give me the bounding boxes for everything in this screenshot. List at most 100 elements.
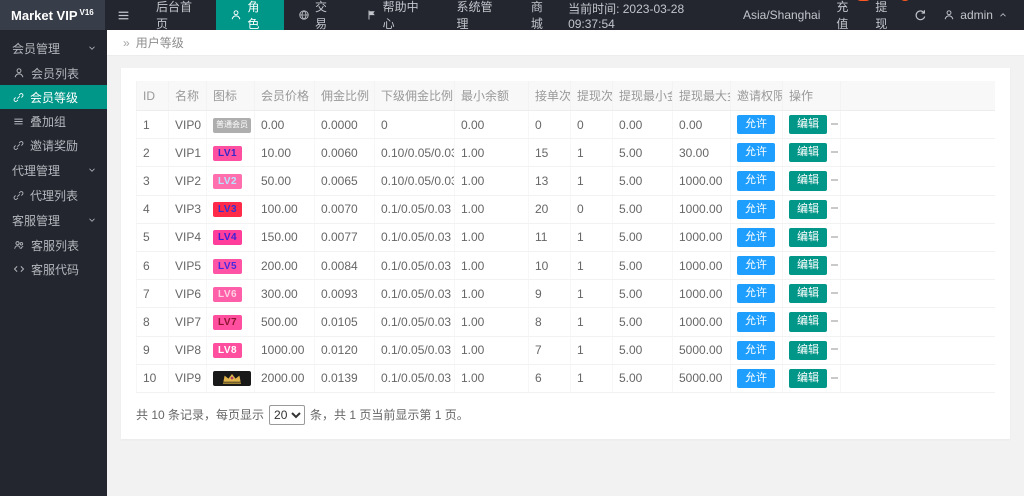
column-header: 会员价格 bbox=[254, 81, 315, 111]
allow-button[interactable]: 允许 bbox=[737, 227, 775, 247]
pagination-prefix: 共 10 条记录，每页显示 bbox=[136, 408, 265, 423]
edit-button[interactable]: 编辑 bbox=[789, 368, 827, 388]
top-menu-item-6[interactable]: 商城 bbox=[517, 0, 568, 31]
edit-button[interactable]: 编辑 bbox=[789, 284, 827, 304]
cell-value: 1000.00 bbox=[672, 166, 731, 196]
cell-name: VIP1 bbox=[168, 138, 207, 168]
withdraw-count-badge: 0 bbox=[898, 0, 912, 1]
user-menu[interactable]: admin bbox=[943, 8, 1008, 22]
sidebar-item-label: 会员等级 bbox=[30, 90, 79, 105]
sidebar-toggle-button[interactable] bbox=[105, 0, 142, 30]
vip-level-badge: LV5 bbox=[213, 258, 243, 274]
sidebar-group-2[interactable]: 代理管理 bbox=[0, 157, 107, 183]
cell-actions: 编辑 bbox=[782, 138, 841, 168]
top-menu-item-2[interactable]: 角色 bbox=[216, 0, 285, 31]
edit-button[interactable]: 编辑 bbox=[789, 227, 827, 247]
column-header: 名称 bbox=[168, 81, 207, 111]
cell-name: VIP5 bbox=[168, 251, 207, 281]
sidebar-group-1[interactable]: 会员管理 bbox=[0, 35, 107, 61]
cell-value: 1.00 bbox=[454, 138, 529, 168]
edit-button[interactable]: 编辑 bbox=[789, 312, 827, 332]
column-header: ID bbox=[136, 81, 169, 111]
cell-icon: LV5 bbox=[206, 251, 255, 281]
cell-name: VIP8 bbox=[168, 336, 207, 365]
cell-value: 1 bbox=[570, 364, 613, 393]
cell-value: 5000.00 bbox=[672, 364, 731, 393]
page-title: 用户等级 bbox=[135, 36, 184, 50]
sidebar-item[interactable]: 会员等级 bbox=[0, 85, 107, 109]
edit-button[interactable]: 编辑 bbox=[789, 115, 827, 135]
cell-invite: 允许 bbox=[730, 223, 783, 252]
cell-icon: 普通会员 bbox=[206, 110, 255, 140]
cell-invite: 允许 bbox=[730, 279, 783, 309]
person-icon bbox=[943, 9, 955, 21]
cell-id: 8 bbox=[136, 307, 169, 337]
cell-actions: 编辑 bbox=[782, 279, 841, 309]
vip-levels-table: ID名称图标会员价格佣金比例下级佣金比例最小余额接单次数提现次数提现最小金额提现… bbox=[136, 81, 995, 393]
pagination-suffix: 条，共 1 页当前显示第 1 页。 bbox=[310, 408, 469, 423]
app-logo: Market VIP V16 bbox=[0, 0, 105, 30]
edit-button[interactable]: 编辑 bbox=[789, 340, 827, 360]
sidebar-item-label: 叠加组 bbox=[30, 114, 67, 129]
table-row: 5 VIP4 LV4 150.00 0.0077 0.1/0.05/0.03 1.00 11 1… bbox=[136, 223, 995, 252]
breadcrumb-marker: » bbox=[123, 35, 130, 50]
more-indicator bbox=[831, 207, 838, 210]
cell-filler bbox=[840, 307, 995, 337]
sidebar-group-label: 代理管理 bbox=[12, 163, 61, 178]
recharge-label: 充值 bbox=[836, 0, 849, 31]
cell-value: 15 bbox=[528, 138, 571, 168]
page-size-select[interactable]: 20 bbox=[269, 404, 306, 425]
cell-name: VIP7 bbox=[168, 307, 207, 337]
sidebar-item[interactable]: 叠加组 bbox=[0, 109, 107, 133]
top-menu-item-1[interactable]: 后台首页 bbox=[142, 0, 216, 31]
cell-value: 300.00 bbox=[254, 279, 315, 309]
crown-icon bbox=[221, 373, 243, 384]
sidebar-item[interactable]: 邀请奖励 bbox=[0, 133, 107, 157]
allow-button[interactable]: 允许 bbox=[737, 284, 775, 304]
cell-actions: 编辑 bbox=[782, 307, 841, 337]
sidebar-item[interactable]: 会员列表 bbox=[0, 61, 107, 85]
cell-value: 100.00 bbox=[254, 195, 315, 224]
sidebar-item[interactable]: 客服列表 bbox=[0, 233, 107, 257]
edit-button[interactable]: 编辑 bbox=[789, 199, 827, 219]
cell-value: 1.00 bbox=[454, 251, 529, 281]
cell-value: 0 bbox=[570, 110, 613, 140]
allow-button[interactable]: 允许 bbox=[737, 171, 775, 191]
top-menu-item-5[interactable]: 系统管理 bbox=[442, 0, 516, 31]
cell-value: 1000.00 bbox=[672, 223, 731, 252]
allow-button[interactable]: 允许 bbox=[737, 368, 775, 388]
recharge-link[interactable]: 充值 67 bbox=[836, 0, 873, 32]
column-header: 操作 bbox=[782, 81, 841, 111]
allow-button[interactable]: 允许 bbox=[737, 312, 775, 332]
cell-value: 10.00 bbox=[254, 138, 315, 168]
cell-name: VIP4 bbox=[168, 223, 207, 252]
refresh-button[interactable] bbox=[914, 9, 927, 22]
withdraw-link[interactable]: 提现 0 bbox=[875, 0, 912, 32]
cell-filler bbox=[840, 336, 995, 365]
breadcrumb: » 用户等级 bbox=[107, 30, 1024, 56]
allow-button[interactable]: 允许 bbox=[737, 340, 775, 360]
allow-button[interactable]: 允许 bbox=[737, 115, 775, 135]
sidebar-item[interactable]: 客服代码 bbox=[0, 257, 107, 281]
cell-icon: LV4 bbox=[206, 223, 255, 252]
edit-button[interactable]: 编辑 bbox=[789, 255, 827, 276]
sidebar-item[interactable]: 代理列表 bbox=[0, 183, 107, 207]
sidebar-group-3[interactable]: 客服管理 bbox=[0, 207, 107, 233]
top-menu-item-3[interactable]: 交易 bbox=[284, 0, 352, 31]
cell-value: 0.0120 bbox=[314, 336, 375, 365]
cell-value: 1 bbox=[570, 138, 613, 168]
cell-icon: LV2 bbox=[206, 166, 255, 196]
allow-button[interactable]: 允许 bbox=[737, 143, 775, 163]
edit-button[interactable]: 编辑 bbox=[789, 143, 827, 163]
cell-value: 5.00 bbox=[612, 279, 673, 309]
cell-value: 1000.00 bbox=[254, 336, 315, 365]
cell-icon: LV8 bbox=[206, 336, 255, 365]
cell-value: 0.1/0.05/0.03 bbox=[374, 307, 455, 337]
allow-button[interactable]: 允许 bbox=[737, 199, 775, 219]
cell-value: 0.00 bbox=[672, 110, 731, 140]
cell-value: 5.00 bbox=[612, 307, 673, 337]
top-menu-item-4[interactable]: 帮助中心 bbox=[352, 0, 443, 31]
allow-button[interactable]: 允许 bbox=[737, 255, 775, 276]
edit-button[interactable]: 编辑 bbox=[789, 171, 827, 191]
cell-value: 1 bbox=[570, 336, 613, 365]
